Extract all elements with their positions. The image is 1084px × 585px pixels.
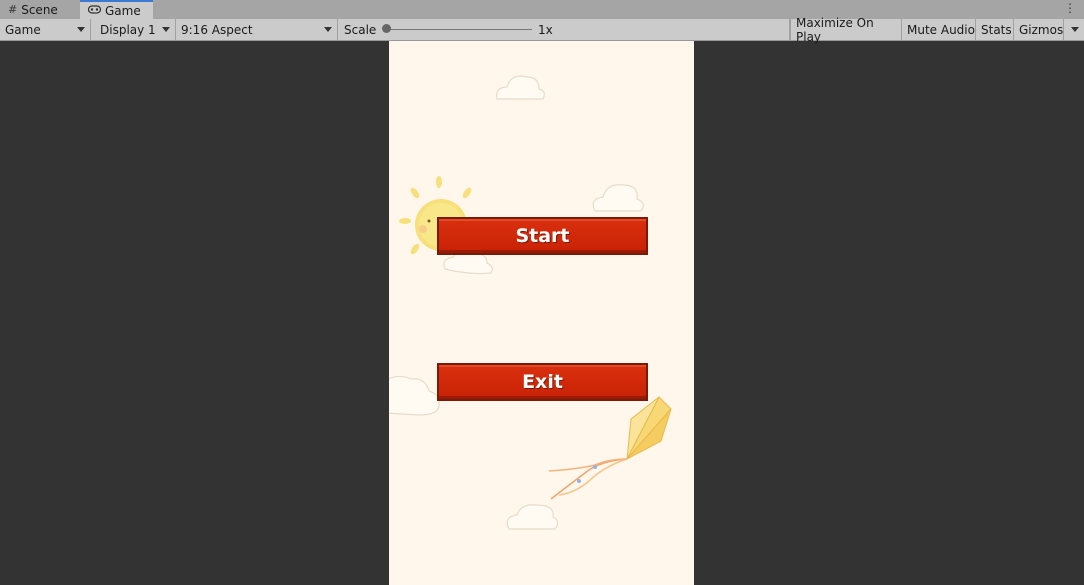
tab-game-label: Game (105, 3, 141, 18)
aspect-select[interactable]: 9:16 Aspect (176, 19, 338, 40)
maximize-label: Maximize On Play (796, 15, 874, 44)
chevron-down-icon (324, 27, 332, 32)
start-button-label: Start (515, 225, 570, 247)
game-background-art (389, 75, 672, 530)
gizmos-toggle[interactable]: Gizmos (1014, 19, 1064, 40)
chevron-down-icon (77, 27, 85, 32)
gamepad-icon (87, 4, 102, 17)
scale-value: 1x (538, 22, 553, 37)
cloud-icon (592, 184, 644, 212)
scale-label: Scale (344, 22, 377, 37)
mute-audio-toggle[interactable]: Mute Audio (902, 19, 976, 40)
tab-scene[interactable]: # Scene (0, 0, 79, 19)
cloud-icon (496, 75, 545, 100)
aspect-select-label: 9:16 Aspect (181, 22, 253, 37)
tab-scene-label: Scene (21, 2, 58, 17)
mute-label: Mute Audio (907, 22, 975, 37)
display-select[interactable]: Display 1 (95, 19, 176, 40)
exit-button-label: Exit (522, 371, 563, 393)
maximize-on-play-toggle[interactable]: Maximize On Play (790, 16, 902, 44)
cloud-icon (389, 375, 440, 416)
gizmos-dropdown[interactable] (1064, 19, 1084, 40)
grid-icon: # (8, 3, 18, 16)
display-select-label: Display 1 (100, 22, 156, 37)
chevron-down-icon (1071, 27, 1079, 32)
exit-button[interactable]: Exit (437, 363, 648, 401)
more-options-icon[interactable]: ⋮ (1064, 1, 1076, 15)
gizmos-label: Gizmos (1019, 22, 1064, 37)
stats-toggle[interactable]: Stats (976, 19, 1014, 40)
scale-slider-track[interactable] (387, 29, 532, 30)
scale-slider-thumb[interactable] (382, 24, 391, 33)
stats-label: Stats (981, 22, 1012, 37)
view-select[interactable]: Game (0, 19, 91, 40)
game-viewport: Start Exit (389, 41, 694, 585)
view-select-label: Game (5, 22, 41, 37)
start-button[interactable]: Start (437, 217, 648, 255)
tab-game[interactable]: Game (80, 0, 153, 19)
game-toolbar: Game Display 1 9:16 Aspect Scale 1x Maxi… (0, 16, 1084, 44)
cloud-icon (506, 504, 559, 530)
chevron-down-icon (162, 27, 170, 32)
kite-icon (548, 396, 672, 500)
editor-tab-bar: # Scene Game ⋮ (0, 0, 1084, 20)
